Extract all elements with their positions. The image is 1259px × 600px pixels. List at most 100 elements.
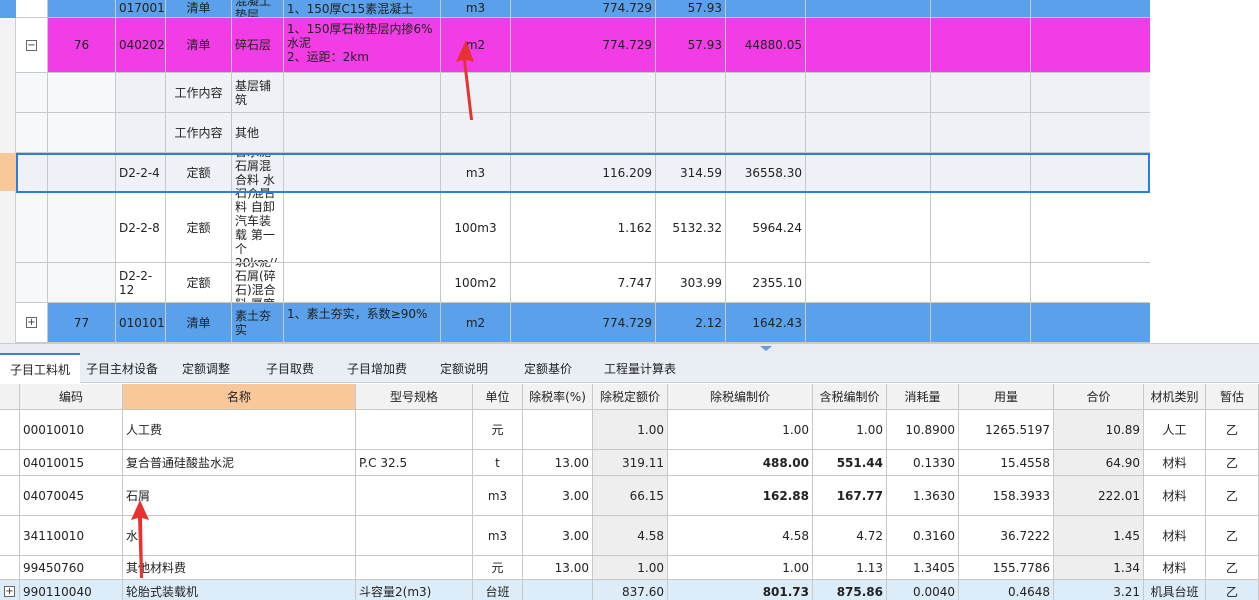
row-expander[interactable] xyxy=(16,193,48,262)
tab-4[interactable]: 子目取费 xyxy=(248,353,332,383)
cell-name: 复合普通硅酸盐水泥 xyxy=(123,450,356,475)
row-expander[interactable] xyxy=(16,0,48,17)
row-name: 其他 xyxy=(232,113,284,152)
row-total xyxy=(726,0,806,17)
resource-row[interactable]: 04010015 复合普通硅酸盐水泥 P.C 32.5 t 13.00 319.11 488… xyxy=(0,450,1259,476)
tab-2[interactable]: 子目主材设备 xyxy=(80,353,164,383)
panel-splitter[interactable] xyxy=(0,343,1259,353)
column-header[interactable]: 含税编制价 xyxy=(813,384,887,409)
tab-5[interactable]: 子目增加费 xyxy=(332,353,422,383)
row-price: 2.12 xyxy=(656,303,726,342)
column-header[interactable] xyxy=(0,384,20,409)
cell-unit: 元 xyxy=(473,556,523,579)
column-header[interactable]: 名称 xyxy=(123,384,356,409)
cell-gut[interactable] xyxy=(0,516,20,555)
column-header[interactable]: 暂估 xyxy=(1206,384,1259,409)
tab-7[interactable]: 定额基价 xyxy=(506,353,590,383)
cell-taxfree: 1.00 xyxy=(668,556,813,579)
bill-row[interactable]: 017001 清单 混凝土垫层 1、150厚C15素混凝土 m3 774.729 57.93 xyxy=(16,0,1150,18)
column-header[interactable]: 消耗量 xyxy=(887,384,959,409)
column-header[interactable]: 型号规格 xyxy=(356,384,473,409)
bill-row[interactable]: 工作内容 其他 xyxy=(16,113,1150,153)
column-header[interactable]: 合价 xyxy=(1054,384,1144,409)
row-expander[interactable] xyxy=(16,113,48,152)
cell-gut[interactable]: + xyxy=(0,580,20,600)
column-header[interactable]: 除税率(%) xyxy=(523,384,593,409)
cell-usage: 0.4648 xyxy=(959,580,1054,600)
bill-row[interactable]: 工作内容 基层铺筑 xyxy=(16,73,1150,113)
row-type: 工作内容 xyxy=(166,73,232,112)
bill-row[interactable]: −76040202015001清单碎石层1、150厚石粉垫层内掺6%水泥 2、运… xyxy=(16,18,1150,73)
cell-base: 4.58 xyxy=(593,516,668,555)
bill-row[interactable]: D2-2-12定额机械铺筑水泥石屑(碎石)混合料 厚度 15cm 100m27.7… xyxy=(16,263,1150,303)
resource-row[interactable]: +990110040 轮胎式装载机 斗容量2(m3) 台班 837.60 801.73 87… xyxy=(0,580,1259,600)
row-desc: 1、150厚石粉垫层内掺6%水泥 2、运距：2km xyxy=(284,18,441,72)
cell-taxincl: 167.77 xyxy=(813,476,887,515)
resource-row[interactable]: 99450760 其他材料费元 13.00 1.00 1.00 1.13 1.3405 155… xyxy=(0,556,1259,580)
cell-base: 1.00 xyxy=(593,410,668,449)
resource-row[interactable]: 04070045 石屑 m3 3.00 66.15 162.88 167.77 1.3630 1… xyxy=(0,476,1259,516)
cell-gut[interactable] xyxy=(0,410,20,449)
cell-usage: 1265.5197 xyxy=(959,410,1054,449)
row-price: 5132.32 xyxy=(656,193,726,262)
cell-spec: P.C 32.5 xyxy=(356,450,473,475)
column-header[interactable]: 材机类别 xyxy=(1144,384,1206,409)
bill-row[interactable]: D2-2-8定额自卸汽车运输水泥石屑(碎石)混合料 自卸汽车装载 第一个20km… xyxy=(16,193,1150,263)
column-header[interactable]: 单位 xyxy=(473,384,523,409)
resource-row[interactable]: 34110010 水 m3 3.00 4.58 4.58 4.72 0.3160 36.7222… xyxy=(0,516,1259,556)
row-expander[interactable] xyxy=(16,263,48,302)
collapse-arrow-icon[interactable] xyxy=(760,346,772,351)
cell-unit: m3 xyxy=(473,476,523,515)
quantity-list-panel: 017001 清单 混凝土垫层 1、150厚C15素混凝土 m3 774.729 57.93… xyxy=(0,0,1259,343)
row-seq: 77 xyxy=(48,303,116,342)
cell-spec xyxy=(356,476,473,515)
row-expander[interactable] xyxy=(16,73,48,112)
tab-3[interactable]: 定额调整 xyxy=(164,353,248,383)
row-qty xyxy=(511,113,656,152)
row-extra xyxy=(806,113,931,152)
column-header[interactable]: 除税定额价 xyxy=(593,384,668,409)
column-header[interactable]: 编码 xyxy=(20,384,123,409)
cell-rate: 13.00 xyxy=(523,450,593,475)
cell-code: 990110040 xyxy=(20,580,123,600)
row-extra xyxy=(806,73,931,112)
cell-gut[interactable] xyxy=(0,556,20,579)
collapse-icon[interactable]: − xyxy=(26,39,37,51)
row-unit xyxy=(441,113,511,152)
cell-base: 319.11 xyxy=(593,450,668,475)
row-seq xyxy=(48,113,116,152)
resource-row[interactable]: 00010010 人工费元 1.00 1.00 1.00 10.8900 1265.5197… xyxy=(0,410,1259,450)
tab-6[interactable]: 定额说明 xyxy=(422,353,506,383)
cell-gut[interactable] xyxy=(0,450,20,475)
column-header[interactable]: 用量 xyxy=(959,384,1054,409)
row-code: D2-2-8 xyxy=(116,193,166,262)
bill-row[interactable]: +77010101001001清单素土夯实1、素土夯实，系数≥90%m2774.… xyxy=(16,303,1150,343)
tab-8[interactable]: 工程量计算表 xyxy=(590,353,690,383)
cell-taxincl: 1.00 xyxy=(813,410,887,449)
row-extra xyxy=(806,193,931,262)
row-expander[interactable] xyxy=(16,153,48,192)
row-price: 57.93 xyxy=(656,0,726,17)
cell-name: 其他材料费 xyxy=(123,556,356,579)
row-seq xyxy=(48,153,116,192)
detail-tab-bar: 子目工料机 子目主材设备 定额调整 子目取费 子目增加费 定额说明 定额基价 工程量计算表 xyxy=(0,353,1259,383)
left-gutter xyxy=(0,0,16,343)
cell-flag: 乙 xyxy=(1206,450,1259,475)
cell-usage: 155.7786 xyxy=(959,556,1054,579)
row-extra xyxy=(931,303,1031,342)
cell-total: 1.45 xyxy=(1054,516,1144,555)
cell-gut[interactable] xyxy=(0,476,20,515)
bill-row[interactable]: D2-2-4定额集中拌合水泥石屑混合料 水泥含量 6% m3116.209314.… xyxy=(16,153,1150,193)
row-expander[interactable]: − xyxy=(16,18,48,72)
tab-1[interactable]: 子目工料机 xyxy=(0,353,80,383)
column-header[interactable]: 除税编制价 xyxy=(668,384,813,409)
row-code: 017001 xyxy=(116,0,166,17)
cell-usage: 15.4558 xyxy=(959,450,1054,475)
row-expander[interactable]: + xyxy=(16,303,48,342)
row-price xyxy=(656,113,726,152)
row-unit: m2 xyxy=(441,18,511,72)
expand-icon[interactable]: + xyxy=(4,586,15,597)
row-extra xyxy=(806,18,931,72)
cell-unit: m3 xyxy=(473,516,523,555)
expand-icon[interactable]: + xyxy=(26,317,37,328)
